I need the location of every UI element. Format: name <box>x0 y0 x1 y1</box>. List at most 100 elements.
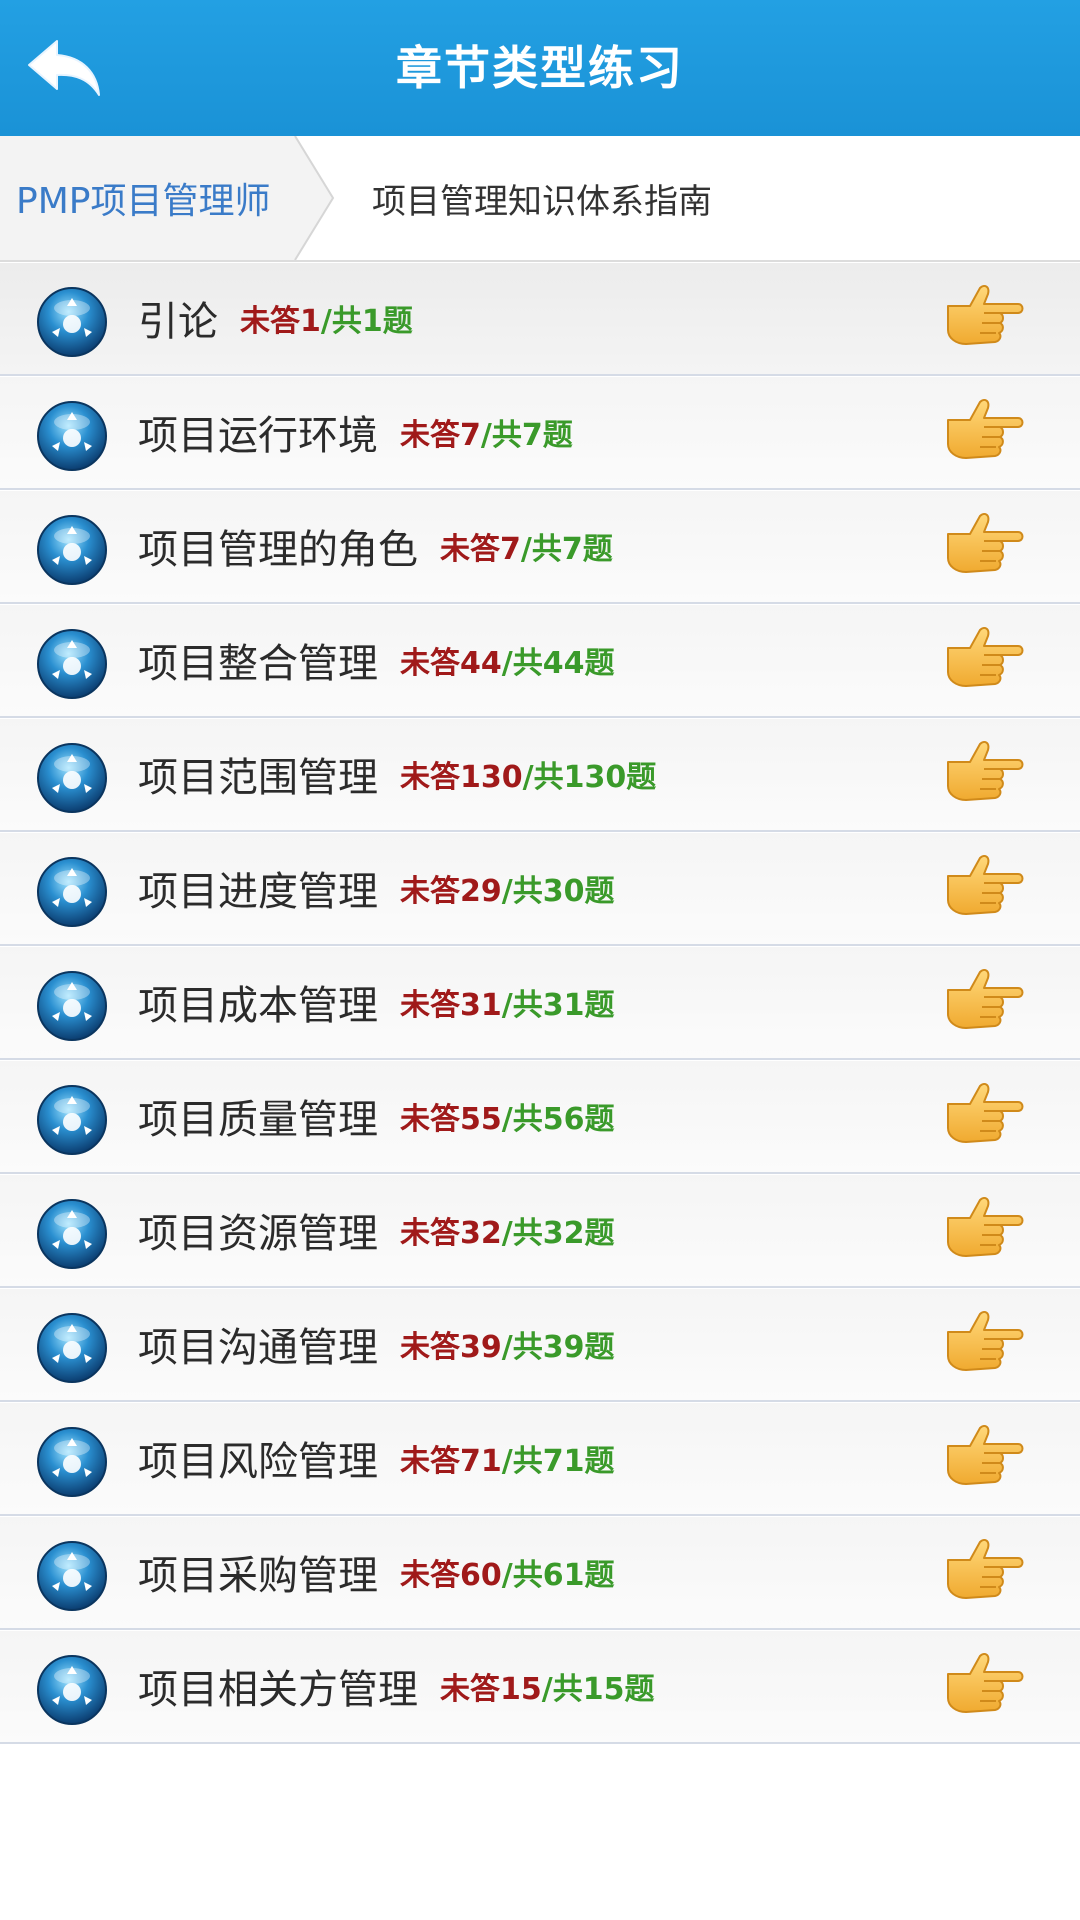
chapter-row[interactable]: 项目沟通管理 未答39/共39题 <box>0 1288 1080 1402</box>
blue-orb-icon <box>36 742 108 814</box>
chapter-row[interactable]: 项目成本管理 未答31/共31题 <box>0 946 1080 1060</box>
chapter-text: 引论 未答1/共1题 <box>138 262 413 374</box>
chapter-label: 项目成本管理 <box>138 983 378 1029</box>
unanswered-count: 未答7 <box>400 418 481 453</box>
pointing-hand-icon[interactable] <box>944 1308 1026 1382</box>
pointing-hand-icon[interactable] <box>944 624 1026 698</box>
chapter-row[interactable]: 项目采购管理 未答60/共61题 <box>0 1516 1080 1630</box>
total-count: /共1题 <box>320 304 413 339</box>
chapter-list: 引论 未答1/共1题 项目运行环境 未答7/共7题 项目管理的角色 未答7/共7题 项目整合… <box>0 262 1080 1744</box>
unanswered-count: 未答15 <box>440 1672 542 1707</box>
blue-orb-icon <box>36 1426 108 1498</box>
chapter-text: 项目运行环境 未答7/共7题 <box>138 376 573 488</box>
chapter-label: 项目范围管理 <box>138 755 378 801</box>
chapter-stats: 未答71/共71题 <box>400 1436 614 1480</box>
chapter-row[interactable]: 项目风险管理 未答71/共71题 <box>0 1402 1080 1516</box>
chapter-row[interactable]: 项目整合管理 未答44/共44题 <box>0 604 1080 718</box>
breadcrumb-separator-icon <box>285 136 335 260</box>
chapter-stats: 未答130/共130题 <box>400 752 656 796</box>
blue-orb-icon <box>36 286 108 358</box>
total-count: /共71题 <box>501 1444 615 1479</box>
total-count: /共30题 <box>501 874 615 909</box>
blue-orb-icon <box>36 1540 108 1612</box>
chapter-text: 项目整合管理 未答44/共44题 <box>138 604 614 716</box>
breadcrumb: PMP项目管理师 项目管理知识体系指南 <box>0 136 1080 262</box>
total-count: /共31题 <box>501 988 615 1023</box>
chapter-label: 项目质量管理 <box>138 1097 378 1143</box>
chapter-label: 项目运行环境 <box>138 413 378 459</box>
chapter-label: 项目整合管理 <box>138 641 378 687</box>
total-count: /共44题 <box>501 646 615 681</box>
unanswered-count: 未答44 <box>400 646 502 681</box>
chapter-label: 项目沟通管理 <box>138 1325 378 1371</box>
blue-orb-icon <box>36 1312 108 1384</box>
total-count: /共39题 <box>501 1330 615 1365</box>
pointing-hand-icon[interactable] <box>944 966 1026 1040</box>
chapter-text: 项目范围管理 未答130/共130题 <box>138 718 656 830</box>
chapter-row[interactable]: 项目管理的角色 未答7/共7题 <box>0 490 1080 604</box>
chapter-stats: 未答44/共44题 <box>400 638 614 682</box>
chapter-text: 项目相关方管理 未答15/共15题 <box>138 1630 654 1742</box>
chapter-text: 项目采购管理 未答60/共61题 <box>138 1516 614 1628</box>
total-count: /共130题 <box>522 760 657 795</box>
total-count: /共7题 <box>520 532 613 567</box>
pointing-hand-icon[interactable] <box>944 1650 1026 1724</box>
chapter-stats: 未答29/共30题 <box>400 866 614 910</box>
chapter-stats: 未答60/共61题 <box>400 1550 614 1594</box>
chapter-row[interactable]: 项目资源管理 未答32/共32题 <box>0 1174 1080 1288</box>
total-count: /共56题 <box>501 1102 615 1137</box>
chapter-text: 项目进度管理 未答29/共30题 <box>138 832 614 944</box>
chapter-label: 项目风险管理 <box>138 1439 378 1485</box>
breadcrumb-root[interactable]: PMP项目管理师 <box>0 136 295 260</box>
total-count: /共61题 <box>501 1558 615 1593</box>
breadcrumb-current: 项目管理知识体系指南 <box>372 181 712 222</box>
chapter-text: 项目风险管理 未答71/共71题 <box>138 1402 614 1514</box>
pointing-hand-icon[interactable] <box>944 1536 1026 1610</box>
chapter-row[interactable]: 引论 未答1/共1题 <box>0 262 1080 376</box>
chapter-row[interactable]: 项目进度管理 未答29/共30题 <box>0 832 1080 946</box>
pointing-hand-icon[interactable] <box>944 510 1026 584</box>
unanswered-count: 未答7 <box>440 532 521 567</box>
total-count: /共15题 <box>541 1672 655 1707</box>
unanswered-count: 未答39 <box>400 1330 502 1365</box>
unanswered-count: 未答55 <box>400 1102 502 1137</box>
chapter-label: 引论 <box>138 299 218 345</box>
chapter-stats: 未答7/共7题 <box>440 524 613 568</box>
unanswered-count: 未答71 <box>400 1444 502 1479</box>
chapter-row[interactable]: 项目相关方管理 未答15/共15题 <box>0 1630 1080 1744</box>
blue-orb-icon <box>36 514 108 586</box>
chapter-text: 项目资源管理 未答32/共32题 <box>138 1174 614 1286</box>
chapter-label: 项目资源管理 <box>138 1211 378 1257</box>
chapter-stats: 未答7/共7题 <box>400 410 573 454</box>
chapter-row[interactable]: 项目范围管理 未答130/共130题 <box>0 718 1080 832</box>
pointing-hand-icon[interactable] <box>944 396 1026 470</box>
pointing-hand-icon[interactable] <box>944 738 1026 812</box>
unanswered-count: 未答29 <box>400 874 502 909</box>
chapter-stats: 未答1/共1题 <box>240 296 413 340</box>
chapter-label: 项目进度管理 <box>138 869 378 915</box>
chapter-text: 项目沟通管理 未答39/共39题 <box>138 1288 614 1400</box>
chapter-row[interactable]: 项目运行环境 未答7/共7题 <box>0 376 1080 490</box>
blue-orb-icon <box>36 1654 108 1726</box>
pointing-hand-icon[interactable] <box>944 852 1026 926</box>
pointing-hand-icon[interactable] <box>944 282 1026 356</box>
blue-orb-icon <box>36 970 108 1042</box>
blue-orb-icon <box>36 1198 108 1270</box>
pointing-hand-icon[interactable] <box>944 1422 1026 1496</box>
unanswered-count: 未答130 <box>400 760 523 795</box>
chapter-row[interactable]: 项目质量管理 未答55/共56题 <box>0 1060 1080 1174</box>
chapter-stats: 未答32/共32题 <box>400 1208 614 1252</box>
chapter-text: 项目质量管理 未答55/共56题 <box>138 1060 614 1172</box>
unanswered-count: 未答60 <box>400 1558 502 1593</box>
blue-orb-icon <box>36 856 108 928</box>
unanswered-count: 未答1 <box>240 304 321 339</box>
pointing-hand-icon[interactable] <box>944 1080 1026 1154</box>
pointing-hand-icon[interactable] <box>944 1194 1026 1268</box>
top-bar: 章节类型练习 <box>0 0 1080 136</box>
chapter-label: 项目采购管理 <box>138 1553 378 1599</box>
unanswered-count: 未答31 <box>400 988 502 1023</box>
blue-orb-icon <box>36 400 108 472</box>
total-count: /共32题 <box>501 1216 615 1251</box>
total-count: /共7题 <box>480 418 573 453</box>
chapter-text: 项目成本管理 未答31/共31题 <box>138 946 614 1058</box>
